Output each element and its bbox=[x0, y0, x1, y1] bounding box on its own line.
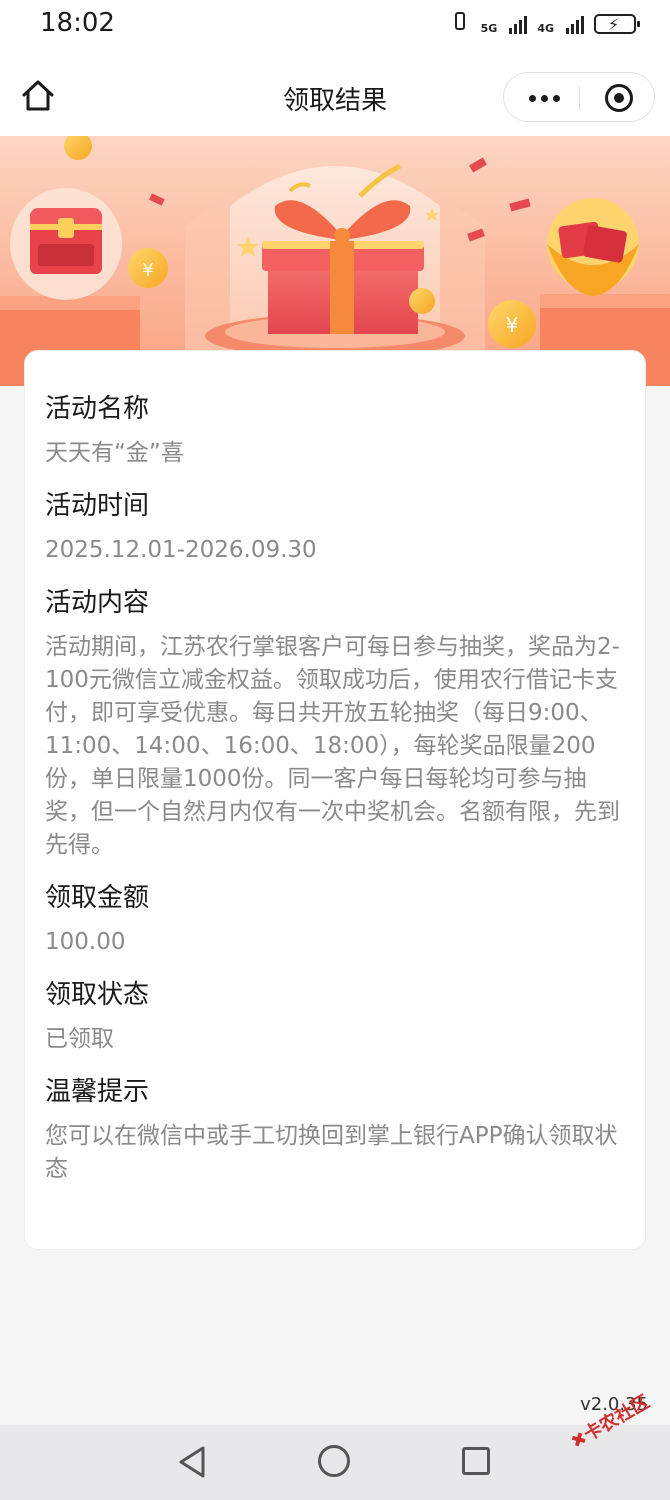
network-label-5g: 5G bbox=[480, 22, 498, 35]
signal-icon-2 bbox=[566, 12, 584, 34]
activity-time-value: 2025.12.01-2026.09.30 bbox=[45, 537, 317, 563]
miniprogram-capsule bbox=[503, 72, 655, 122]
status-icons: 5G 4G ⚡ bbox=[449, 10, 640, 35]
tips-label: 温馨提示 bbox=[45, 1077, 150, 1107]
battery-icon: ⚡ bbox=[594, 14, 640, 34]
tips-value: 您可以在微信中或手工切换回到掌上银行APP确认领取状态 bbox=[45, 1123, 618, 1182]
activity-content-label: 活动内容 bbox=[45, 588, 150, 618]
svg-text:¥: ¥ bbox=[142, 260, 153, 281]
amount-label: 领取金额 bbox=[45, 883, 150, 913]
status-bar: 18:02 5G 4G ⚡ bbox=[0, 0, 670, 52]
result-card: 活动名称 天天有“金”喜 活动时间 2025.12.01-2026.09.30 … bbox=[24, 350, 646, 1250]
network-label-4g: 4G bbox=[537, 22, 554, 35]
signal-icon bbox=[509, 12, 528, 34]
status-label: 领取状态 bbox=[45, 980, 150, 1010]
home-circle-icon[interactable] bbox=[318, 1445, 350, 1477]
more-button[interactable] bbox=[524, 83, 564, 113]
more-dots-icon bbox=[528, 94, 536, 102]
activity-content-value: 活动期间，江苏农行掌银客户可每日参与抽奖，奖品为2-100元微信立减金权益。领取… bbox=[45, 634, 620, 858]
target-icon bbox=[614, 93, 624, 103]
banner-illustration: ¥ ¥ bbox=[0, 136, 670, 386]
vibrate-icon bbox=[449, 10, 471, 34]
amount-value: 100.00 bbox=[45, 929, 126, 955]
status-time: 18:02 bbox=[40, 8, 115, 38]
activity-banner: ¥ ¥ bbox=[0, 136, 670, 386]
status-value: 已领取 bbox=[45, 1026, 114, 1052]
svg-text:¥: ¥ bbox=[506, 313, 519, 337]
activity-name-value: 天天有“金”喜 bbox=[45, 440, 184, 466]
close-miniprogram-button[interactable] bbox=[605, 84, 633, 112]
recent-apps-icon[interactable] bbox=[462, 1447, 490, 1475]
activity-time-label: 活动时间 bbox=[45, 491, 150, 521]
nav-bar: 领取结果 bbox=[0, 52, 670, 136]
capsule-divider bbox=[579, 86, 580, 110]
activity-name-label: 活动名称 bbox=[45, 394, 150, 424]
back-icon[interactable] bbox=[176, 1445, 208, 1479]
